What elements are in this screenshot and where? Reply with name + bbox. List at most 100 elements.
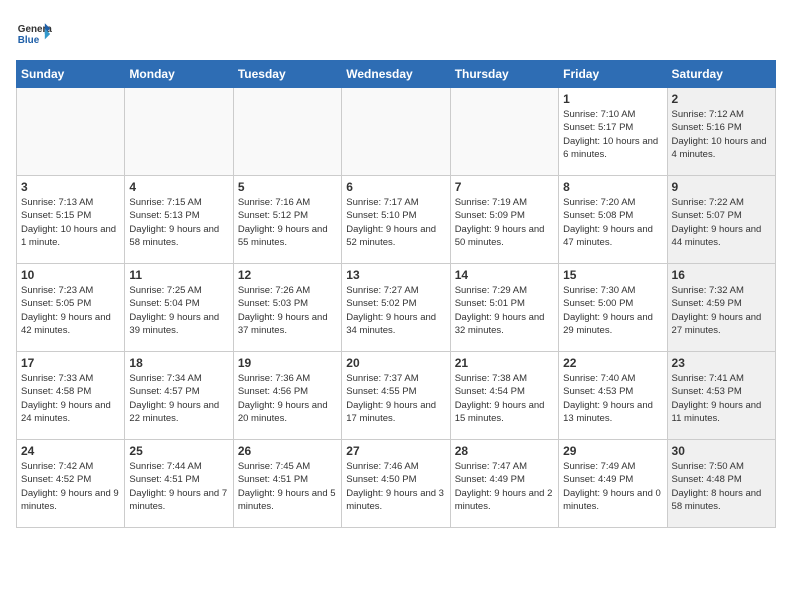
weekday-header-monday: Monday [125, 61, 233, 88]
calendar-cell: 20 Sunrise: 7:37 AM Sunset: 4:55 PM Dayli… [342, 352, 450, 440]
day-number: 2 [672, 92, 771, 106]
calendar-cell: 19 Sunrise: 7:36 AM Sunset: 4:56 PM Dayli… [233, 352, 341, 440]
day-number: 20 [346, 356, 445, 370]
weekday-header-thursday: Thursday [450, 61, 558, 88]
calendar-cell: 14 Sunrise: 7:29 AM Sunset: 5:01 PM Dayli… [450, 264, 558, 352]
day-info: Sunrise: 7:50 AM Sunset: 4:48 PM Dayligh… [672, 460, 771, 513]
day-number: 5 [238, 180, 337, 194]
day-number: 21 [455, 356, 554, 370]
calendar-cell: 12 Sunrise: 7:26 AM Sunset: 5:03 PM Dayli… [233, 264, 341, 352]
weekday-header-friday: Friday [559, 61, 667, 88]
day-info: Sunrise: 7:45 AM Sunset: 4:51 PM Dayligh… [238, 460, 337, 513]
calendar-cell: 5 Sunrise: 7:16 AM Sunset: 5:12 PM Daylig… [233, 176, 341, 264]
calendar-week-4: 17 Sunrise: 7:33 AM Sunset: 4:58 PM Dayli… [17, 352, 776, 440]
day-info: Sunrise: 7:13 AM Sunset: 5:15 PM Dayligh… [21, 196, 120, 249]
day-number: 7 [455, 180, 554, 194]
calendar-cell [233, 88, 341, 176]
calendar-cell: 27 Sunrise: 7:46 AM Sunset: 4:50 PM Dayli… [342, 440, 450, 528]
calendar-cell: 23 Sunrise: 7:41 AM Sunset: 4:53 PM Dayli… [667, 352, 775, 440]
calendar-cell: 4Sunrise: 7:15 AM Sunset: 5:13 PM Daylig… [125, 176, 233, 264]
page-header: General Blue [16, 16, 776, 52]
day-number: 1 [563, 92, 662, 106]
day-number: 8 [563, 180, 662, 194]
calendar-cell: 2 Sunrise: 7:12 AM Sunset: 5:16 PM Daylig… [667, 88, 775, 176]
day-number: 17 [21, 356, 120, 370]
day-number: 13 [346, 268, 445, 282]
logo-icon: General Blue [16, 16, 52, 52]
day-info: Sunrise: 7:37 AM Sunset: 4:55 PM Dayligh… [346, 372, 445, 425]
calendar-cell [125, 88, 233, 176]
day-info: Sunrise: 7:19 AM Sunset: 5:09 PM Dayligh… [455, 196, 554, 249]
day-number: 30 [672, 444, 771, 458]
day-number: 18 [129, 356, 228, 370]
calendar-cell: 15 Sunrise: 7:30 AM Sunset: 5:00 PM Dayli… [559, 264, 667, 352]
weekday-header-saturday: Saturday [667, 61, 775, 88]
day-info: Sunrise: 7:44 AM Sunset: 4:51 PM Dayligh… [129, 460, 228, 513]
day-number: 14 [455, 268, 554, 282]
calendar-week-3: 10 Sunrise: 7:23 AM Sunset: 5:05 PM Dayli… [17, 264, 776, 352]
day-info: Sunrise: 7:25 AM Sunset: 5:04 PM Dayligh… [129, 284, 228, 337]
day-info: Sunrise: 7:29 AM Sunset: 5:01 PM Dayligh… [455, 284, 554, 337]
day-number: 29 [563, 444, 662, 458]
calendar-cell: 21 Sunrise: 7:38 AM Sunset: 4:54 PM Dayli… [450, 352, 558, 440]
day-info: Sunrise: 7:27 AM Sunset: 5:02 PM Dayligh… [346, 284, 445, 337]
day-info: Sunrise: 7:12 AM Sunset: 5:16 PM Dayligh… [672, 108, 771, 161]
day-number: 3 [21, 180, 120, 194]
calendar-cell: 10 Sunrise: 7:23 AM Sunset: 5:05 PM Dayli… [17, 264, 125, 352]
calendar-cell: 11Sunrise: 7:25 AM Sunset: 5:04 PM Dayli… [125, 264, 233, 352]
calendar-cell: 28 Sunrise: 7:47 AM Sunset: 4:49 PM Dayli… [450, 440, 558, 528]
day-number: 16 [672, 268, 771, 282]
calendar-week-1: 1 Sunrise: 7:10 AM Sunset: 5:17 PM Daylig… [17, 88, 776, 176]
calendar-cell: 17 Sunrise: 7:33 AM Sunset: 4:58 PM Dayli… [17, 352, 125, 440]
day-info: Sunrise: 7:42 AM Sunset: 4:52 PM Dayligh… [21, 460, 120, 513]
calendar-cell [17, 88, 125, 176]
day-info: Sunrise: 7:47 AM Sunset: 4:49 PM Dayligh… [455, 460, 554, 513]
calendar-cell: 3 Sunrise: 7:13 AM Sunset: 5:15 PM Daylig… [17, 176, 125, 264]
calendar-cell: 16 Sunrise: 7:32 AM Sunset: 4:59 PM Dayli… [667, 264, 775, 352]
calendar-cell [450, 88, 558, 176]
day-info: Sunrise: 7:17 AM Sunset: 5:10 PM Dayligh… [346, 196, 445, 249]
calendar-table: SundayMondayTuesdayWednesdayThursdayFrid… [16, 60, 776, 528]
day-number: 23 [672, 356, 771, 370]
day-info: Sunrise: 7:10 AM Sunset: 5:17 PM Dayligh… [563, 108, 662, 161]
day-info: Sunrise: 7:26 AM Sunset: 5:03 PM Dayligh… [238, 284, 337, 337]
calendar-cell: 18 Sunrise: 7:34 AM Sunset: 4:57 PM Dayli… [125, 352, 233, 440]
day-number: 10 [21, 268, 120, 282]
day-info: Sunrise: 7:36 AM Sunset: 4:56 PM Dayligh… [238, 372, 337, 425]
day-info: Sunrise: 7:40 AM Sunset: 4:53 PM Dayligh… [563, 372, 662, 425]
day-info: Sunrise: 7:30 AM Sunset: 5:00 PM Dayligh… [563, 284, 662, 337]
calendar-cell: 13 Sunrise: 7:27 AM Sunset: 5:02 PM Dayli… [342, 264, 450, 352]
weekday-header-sunday: Sunday [17, 61, 125, 88]
day-number: 28 [455, 444, 554, 458]
logo: General Blue [16, 16, 52, 52]
day-info: Sunrise: 7:34 AM Sunset: 4:57 PM Dayligh… [129, 372, 228, 425]
calendar-week-2: 3 Sunrise: 7:13 AM Sunset: 5:15 PM Daylig… [17, 176, 776, 264]
day-info: Sunrise: 7:22 AM Sunset: 5:07 PM Dayligh… [672, 196, 771, 249]
day-info: Sunrise: 7:15 AM Sunset: 5:13 PM Dayligh… [129, 196, 228, 249]
weekday-header-tuesday: Tuesday [233, 61, 341, 88]
day-info: Sunrise: 7:16 AM Sunset: 5:12 PM Dayligh… [238, 196, 337, 249]
day-number: 25 [129, 444, 228, 458]
day-info: Sunrise: 7:33 AM Sunset: 4:58 PM Dayligh… [21, 372, 120, 425]
day-info: Sunrise: 7:41 AM Sunset: 4:53 PM Dayligh… [672, 372, 771, 425]
day-number: 15 [563, 268, 662, 282]
calendar-cell: 6 Sunrise: 7:17 AM Sunset: 5:10 PM Daylig… [342, 176, 450, 264]
calendar-cell: 25 Sunrise: 7:44 AM Sunset: 4:51 PM Dayli… [125, 440, 233, 528]
day-info: Sunrise: 7:32 AM Sunset: 4:59 PM Dayligh… [672, 284, 771, 337]
calendar-cell: 9 Sunrise: 7:22 AM Sunset: 5:07 PM Daylig… [667, 176, 775, 264]
calendar-cell: 24 Sunrise: 7:42 AM Sunset: 4:52 PM Dayli… [17, 440, 125, 528]
day-number: 12 [238, 268, 337, 282]
day-info: Sunrise: 7:38 AM Sunset: 4:54 PM Dayligh… [455, 372, 554, 425]
day-info: Sunrise: 7:49 AM Sunset: 4:49 PM Dayligh… [563, 460, 662, 513]
calendar-cell [342, 88, 450, 176]
day-info: Sunrise: 7:23 AM Sunset: 5:05 PM Dayligh… [21, 284, 120, 337]
day-number: 22 [563, 356, 662, 370]
day-info: Sunrise: 7:46 AM Sunset: 4:50 PM Dayligh… [346, 460, 445, 513]
day-number: 24 [21, 444, 120, 458]
calendar-cell: 30 Sunrise: 7:50 AM Sunset: 4:48 PM Dayli… [667, 440, 775, 528]
day-number: 6 [346, 180, 445, 194]
calendar-cell: 8Sunrise: 7:20 AM Sunset: 5:08 PM Daylig… [559, 176, 667, 264]
day-number: 27 [346, 444, 445, 458]
day-number: 19 [238, 356, 337, 370]
day-number: 9 [672, 180, 771, 194]
